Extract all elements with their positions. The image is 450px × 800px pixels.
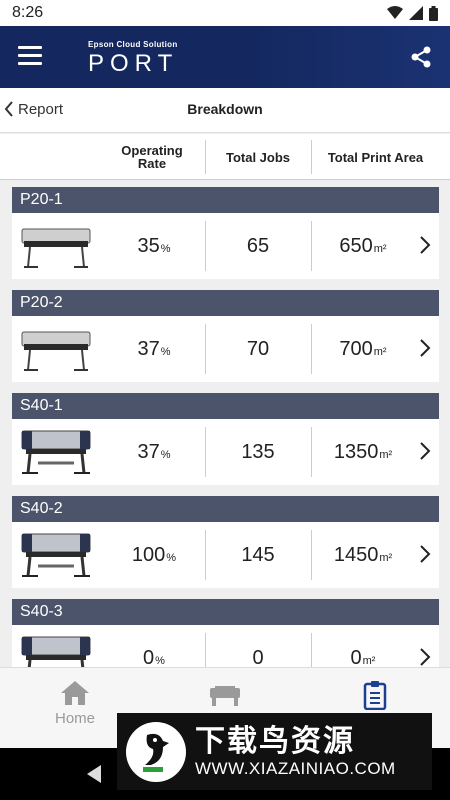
column-header: Operating Rate Total Jobs Total Print Ar… bbox=[0, 134, 450, 180]
wifi-icon bbox=[387, 6, 403, 19]
menu-icon[interactable] bbox=[18, 46, 42, 66]
status-icons bbox=[387, 5, 438, 21]
chevron-right-icon bbox=[420, 339, 431, 357]
operating-rate: 37% bbox=[137, 440, 171, 463]
chevron-right-icon bbox=[420, 545, 431, 563]
app-logo: Epson Cloud Solution PORT bbox=[88, 40, 178, 78]
home-icon bbox=[61, 681, 89, 705]
printer-name: S40-2 bbox=[12, 496, 439, 522]
printer-name: P20-2 bbox=[12, 290, 439, 316]
total-jobs: 0 bbox=[205, 633, 310, 667]
tab-devices[interactable] bbox=[165, 680, 285, 712]
watermark-url: WWW.XIAZAINIAO.COM bbox=[195, 758, 396, 778]
clipboard-icon bbox=[363, 681, 387, 711]
printer-s-series-icon bbox=[21, 430, 91, 474]
total-jobs: 65 bbox=[205, 221, 310, 271]
brand-subtitle: Epson Cloud Solution bbox=[88, 40, 178, 49]
total-jobs: 70 bbox=[205, 324, 310, 374]
total-jobs: 135 bbox=[205, 427, 310, 477]
nav-row: Report Breakdown bbox=[0, 88, 450, 133]
chevron-right-icon bbox=[420, 236, 431, 254]
brand-title: PORT bbox=[88, 50, 179, 77]
app-bar: Epson Cloud Solution PORT bbox=[0, 26, 450, 88]
printer-name: S40-1 bbox=[12, 393, 439, 419]
battery-icon bbox=[429, 5, 438, 21]
printer-name: S40-3 bbox=[12, 599, 439, 625]
printer-card[interactable]: P20-1 35% 65 650 m² bbox=[12, 187, 439, 279]
printer-card[interactable]: S40-3 0% 0 0 m² bbox=[12, 599, 439, 667]
operating-rate: 35% bbox=[137, 234, 171, 257]
share-icon[interactable] bbox=[410, 46, 432, 68]
printer-name: P20-1 bbox=[12, 187, 439, 213]
printer-list: P20-1 35% 65 650m² P20-2 37% 70 700m² bbox=[0, 180, 450, 667]
operating-rate: 37% bbox=[137, 337, 171, 360]
column-operating-rate: Operating Rate bbox=[121, 143, 183, 171]
column-total-jobs: Total Jobs bbox=[205, 140, 310, 174]
status-time: 8:26 bbox=[12, 4, 44, 21]
watermark-title: 下载鸟资源 bbox=[195, 724, 355, 758]
column-total-print-area: Total Print Area bbox=[311, 140, 439, 174]
system-back-icon[interactable] bbox=[85, 764, 103, 784]
total-print-area: 0 m² bbox=[311, 633, 414, 667]
printer-card[interactable]: P20-2 37% 70 700 m² bbox=[12, 290, 439, 382]
printer-s-series-icon bbox=[21, 636, 91, 667]
total-print-area: 1350 m² bbox=[311, 427, 414, 477]
total-print-area: 700 m² bbox=[311, 324, 414, 374]
chevron-right-icon bbox=[420, 442, 431, 460]
operating-rate: 100% bbox=[131, 543, 177, 566]
printer-card[interactable]: S40-2 100% 145 1450 m² bbox=[12, 496, 439, 588]
operating-rate: 0% bbox=[143, 646, 165, 668]
status-bar: 8:26 bbox=[0, 0, 450, 26]
total-print-area: 650 m² bbox=[311, 221, 414, 271]
printer-p-series-icon bbox=[21, 331, 91, 371]
total-print-area: 1450 m² bbox=[311, 530, 414, 580]
tab-reports[interactable] bbox=[315, 680, 435, 714]
printer-s-series-icon bbox=[21, 533, 91, 577]
watermark: 下载鸟资源 WWW.XIAZAINIAO.COM bbox=[117, 713, 432, 790]
printer-p-series-icon bbox=[21, 228, 91, 268]
chevron-right-icon bbox=[420, 648, 431, 666]
printer-device-icon bbox=[210, 686, 240, 706]
page-title: Breakdown bbox=[187, 101, 263, 117]
signal-icon bbox=[409, 6, 423, 20]
bird-logo-icon bbox=[126, 721, 186, 782]
total-jobs: 145 bbox=[205, 530, 310, 580]
printer-card[interactable]: S40-1 37% 135 1350 m² bbox=[12, 393, 439, 485]
